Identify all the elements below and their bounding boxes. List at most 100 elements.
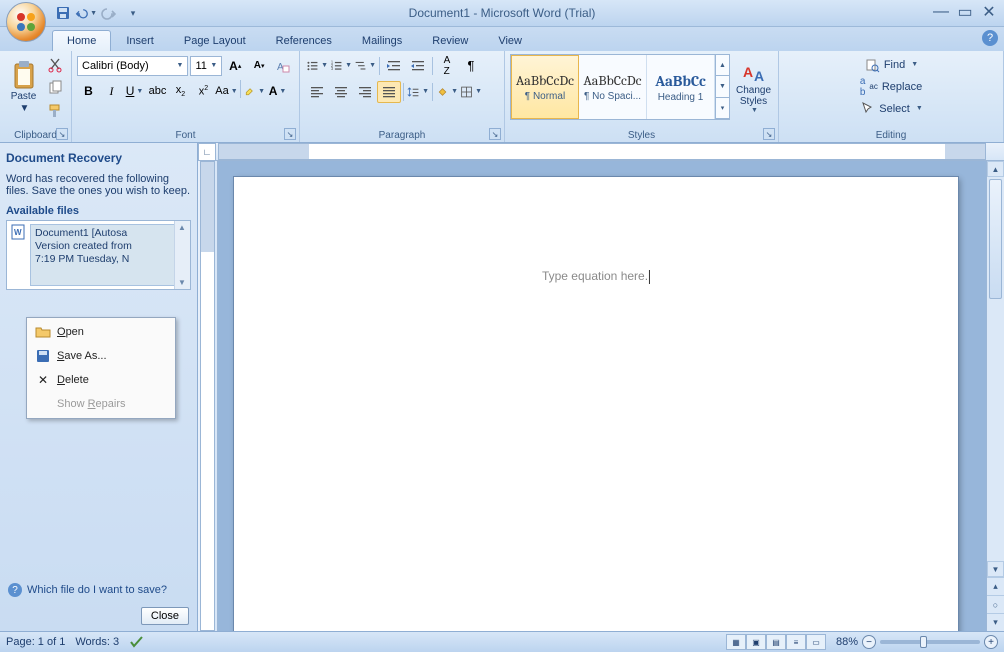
italic-button[interactable]: I <box>100 80 123 102</box>
replace-button[interactable]: abacReplace <box>784 76 998 97</box>
recovery-file-item[interactable]: Document1 [Autosa Version created from 7… <box>30 224 180 286</box>
copy-button[interactable] <box>44 77 66 99</box>
gallery-more[interactable]: ▾ <box>716 98 729 119</box>
qat-customize[interactable]: ▾ <box>121 2 143 24</box>
gallery-up[interactable]: ▲ <box>716 55 729 76</box>
help-icon: ? <box>8 583 22 597</box>
align-left-button[interactable] <box>305 81 329 103</box>
close-window-button[interactable]: ✕ <box>979 4 999 20</box>
recovery-close-button[interactable]: Close <box>141 607 189 625</box>
styles-dialog-launcher[interactable]: ↘ <box>763 128 775 140</box>
ruler-corner[interactable]: ∟ <box>198 143 216 161</box>
zoom-in-button[interactable]: + <box>984 635 998 649</box>
bullets-button[interactable]: ▼ <box>305 55 329 77</box>
style-heading-1[interactable]: AaBbCc Heading 1 <box>647 55 715 119</box>
tab-page-layout[interactable]: Page Layout <box>169 30 261 51</box>
minimize-button[interactable]: — <box>931 4 951 20</box>
horizontal-ruler[interactable]: ∟ <box>198 143 1004 161</box>
view-print-layout[interactable]: ▦ <box>726 634 746 650</box>
strikethrough-button[interactable]: abc <box>146 80 169 102</box>
underline-button[interactable]: U▼ <box>123 80 146 102</box>
office-button[interactable] <box>6 2 46 42</box>
view-web-layout[interactable]: ▤ <box>766 634 786 650</box>
align-center-button[interactable] <box>329 81 353 103</box>
word-doc-icon: W <box>10 224 26 240</box>
scroll-up[interactable]: ▲ <box>987 161 1004 177</box>
zoom-thumb[interactable] <box>920 636 927 648</box>
tab-insert[interactable]: Insert <box>111 30 169 51</box>
font-name-combo[interactable]: Calibri (Body)▼ <box>77 56 188 76</box>
font-color-button[interactable]: A▼ <box>266 80 289 102</box>
prev-page-button[interactable]: ▴ <box>987 577 1004 595</box>
shading-button[interactable]: ▼ <box>435 81 459 103</box>
help-button[interactable]: ? <box>982 30 998 46</box>
clear-formatting-button[interactable]: A <box>272 55 294 77</box>
vertical-scrollbar[interactable]: ▲ ▼ ▴ ○ ▾ <box>986 161 1004 631</box>
menu-save-as[interactable]: Save As... <box>29 344 173 368</box>
style-normal[interactable]: AaBbCcDc ¶ Normal <box>511 55 579 119</box>
increase-indent-button[interactable] <box>406 55 430 77</box>
grow-font-button[interactable]: A▴ <box>224 55 246 77</box>
maximize-button[interactable]: ▭ <box>955 4 975 20</box>
gallery-down[interactable]: ▼ <box>716 76 729 97</box>
status-page[interactable]: Page: 1 of 1 <box>6 636 65 648</box>
select-button[interactable]: Select▼ <box>784 98 998 119</box>
tab-mailings[interactable]: Mailings <box>347 30 417 51</box>
view-draft[interactable]: ▭ <box>806 634 826 650</box>
page-viewport[interactable]: Type equation here. <box>218 161 1004 631</box>
style-no-spacing[interactable]: AaBbCcDc ¶ No Spaci... <box>579 55 647 119</box>
undo-button[interactable]: ▼ <box>75 2 97 24</box>
subscript-button[interactable]: x2 <box>169 80 192 102</box>
recovery-help-link[interactable]: ? Which file do I want to save? <box>8 583 167 597</box>
justify-button[interactable] <box>377 81 401 103</box>
numbering-button[interactable]: 123▼ <box>329 55 353 77</box>
menu-open[interactable]: Open <box>29 320 173 344</box>
font-dialog-launcher[interactable]: ↘ <box>284 128 296 140</box>
superscript-button[interactable]: x2 <box>192 80 215 102</box>
document-page[interactable]: Type equation here. <box>234 177 958 631</box>
menu-show-repairs: Show Repairs <box>29 392 173 416</box>
zoom-out-button[interactable]: − <box>862 635 876 649</box>
decrease-indent-button[interactable] <box>382 55 406 77</box>
tab-review[interactable]: Review <box>417 30 483 51</box>
paragraph-dialog-launcher[interactable]: ↘ <box>489 128 501 140</box>
cut-button[interactable] <box>44 54 66 76</box>
show-marks-button[interactable]: ¶ <box>459 55 483 77</box>
view-buttons: ▦ ▣ ▤ ≡ ▭ <box>726 634 826 650</box>
shrink-font-button[interactable]: A▾ <box>248 55 270 77</box>
file-list-scrollbar[interactable] <box>174 221 190 289</box>
equation-placeholder[interactable]: Type equation here. <box>542 269 650 284</box>
save-button[interactable] <box>52 2 74 24</box>
sort-button[interactable]: AZ <box>435 55 459 77</box>
find-button[interactable]: Find▼ <box>784 54 998 75</box>
browse-object-button[interactable]: ○ <box>987 595 1004 613</box>
font-size-combo[interactable]: 11▼ <box>190 56 222 76</box>
multilevel-list-button[interactable]: ▼ <box>353 55 377 77</box>
tab-view[interactable]: View <box>483 30 537 51</box>
align-right-button[interactable] <box>353 81 377 103</box>
zoom-slider[interactable] <box>880 640 980 644</box>
tab-references[interactable]: References <box>261 30 347 51</box>
document-area: ∟ Type equation here. ▲ ▼ ▴ ○ ▾ <box>198 143 1004 631</box>
change-case-button[interactable]: Aa▼ <box>215 80 238 102</box>
line-spacing-button[interactable]: ▼ <box>406 81 430 103</box>
proofing-icon[interactable] <box>129 634 145 650</box>
status-words[interactable]: Words: 3 <box>75 636 119 648</box>
highlight-button[interactable]: ▼ <box>243 80 266 102</box>
redo-button[interactable] <box>98 2 120 24</box>
view-outline[interactable]: ≡ <box>786 634 806 650</box>
format-painter-button[interactable] <box>44 100 66 122</box>
borders-button[interactable]: ▼ <box>459 81 483 103</box>
menu-delete[interactable]: ✕Delete <box>29 368 173 392</box>
tab-home[interactable]: Home <box>52 30 111 51</box>
scroll-down[interactable]: ▼ <box>987 561 1004 577</box>
view-full-screen[interactable]: ▣ <box>746 634 766 650</box>
bold-button[interactable]: B <box>77 80 100 102</box>
change-styles-button[interactable]: AA Change Styles ▼ <box>734 54 773 120</box>
zoom-level[interactable]: 88% <box>836 636 858 648</box>
scroll-thumb[interactable] <box>989 179 1002 299</box>
clipboard-dialog-launcher[interactable]: ↘ <box>56 128 68 140</box>
next-page-button[interactable]: ▾ <box>987 613 1004 631</box>
paste-button[interactable]: Paste ▼ <box>5 54 42 120</box>
vertical-ruler[interactable] <box>198 161 218 631</box>
